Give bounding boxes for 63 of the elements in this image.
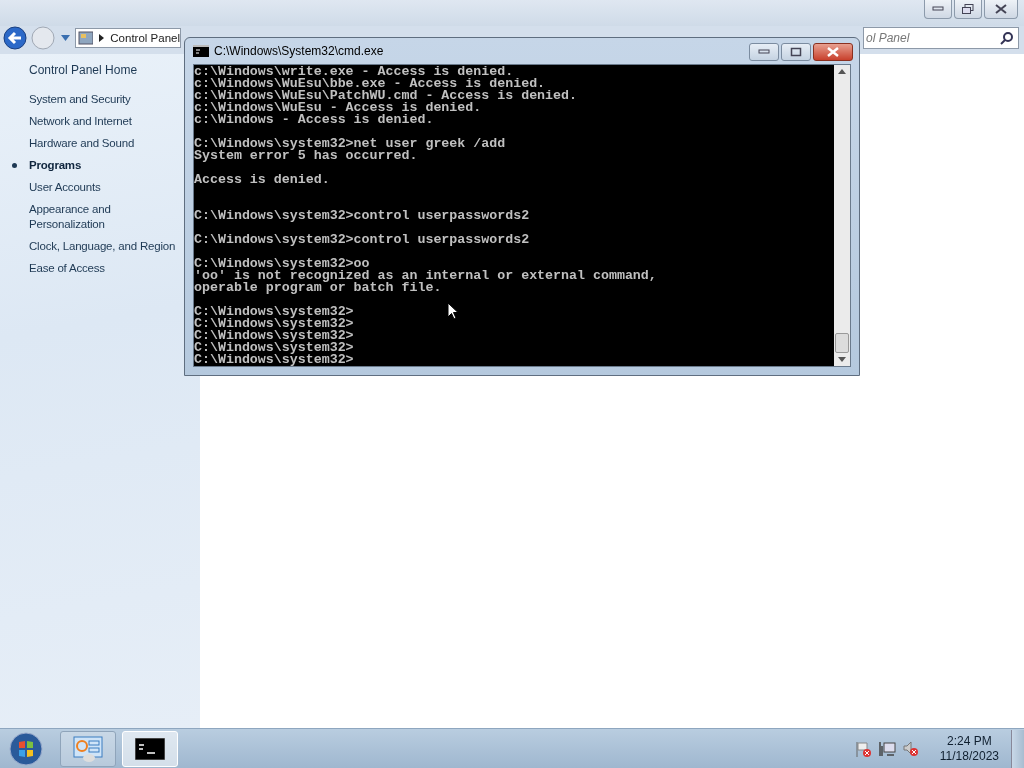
cmd-icon bbox=[193, 45, 209, 57]
control-panel-icon bbox=[78, 30, 93, 46]
sidebar-link[interactable]: Control Panel Home bbox=[29, 63, 138, 77]
sidebar-item[interactable]: User Accounts bbox=[29, 180, 101, 195]
console-line: C:\Windows\system32>control userpasswords2 bbox=[194, 210, 530, 222]
window-title: C:\Windows\System32\cmd.exe bbox=[214, 44, 384, 58]
action-center-flag-icon[interactable] bbox=[853, 739, 872, 758]
restore-icon bbox=[962, 4, 974, 14]
start-button[interactable] bbox=[8, 730, 44, 767]
search-icon bbox=[1000, 31, 1014, 45]
maximize-button[interactable] bbox=[781, 43, 811, 61]
sidebar-item[interactable]: Network and Internet bbox=[29, 114, 132, 129]
console-line: c:\Windows\WuEsu\PatchWU.cmd - Access is denied. bbox=[194, 90, 577, 102]
close-icon bbox=[995, 4, 1007, 14]
control-panel-icon bbox=[72, 734, 104, 763]
clock-time: 2:24 PM bbox=[947, 733, 992, 749]
restore-button[interactable] bbox=[954, 0, 982, 19]
clock[interactable]: 2:24 PM 11/18/2023 bbox=[939, 733, 999, 764]
dropdown-icon[interactable] bbox=[61, 35, 70, 41]
console-line: c:\Windows\write.exe - Access is denied. bbox=[194, 66, 514, 78]
console-line: 'oo' is not recognized as an internal or external command, bbox=[194, 270, 657, 282]
scroll-down-icon[interactable] bbox=[838, 357, 846, 362]
address-text: Control Panel bbox=[110, 32, 180, 44]
console-line: C:\Windows\system32> bbox=[194, 354, 354, 366]
sidebar-item[interactable]: Hardware and Sound bbox=[29, 136, 135, 151]
cmd-taskbar-button[interactable] bbox=[122, 730, 178, 767]
console-icon bbox=[135, 737, 165, 760]
maximize-icon bbox=[790, 47, 802, 57]
scroll-up-icon[interactable] bbox=[838, 69, 846, 74]
minimize-icon bbox=[758, 49, 770, 55]
console-line: C:\Windows\system32> bbox=[194, 342, 354, 354]
console-line: C:\Windows\system32> bbox=[194, 318, 354, 330]
console-line: Access is denied. bbox=[194, 174, 330, 186]
sidebar-item[interactable]: Programs bbox=[29, 158, 82, 173]
search-field[interactable]: ol Panel bbox=[863, 27, 1019, 49]
sidebar-item[interactable]: Ease of Access bbox=[29, 261, 105, 276]
speaker-muted-icon[interactable] bbox=[901, 739, 920, 758]
console-line: operable program or batch file. bbox=[194, 282, 442, 294]
close-button[interactable] bbox=[813, 43, 853, 61]
scrollbar[interactable] bbox=[834, 65, 850, 366]
console-line: System error 5 has occurred. bbox=[194, 150, 418, 162]
sidebar-item[interactable]: Clock, Language, and Region bbox=[29, 239, 176, 254]
scroll-thumb[interactable] bbox=[835, 333, 849, 353]
console-line: C:\Windows\system32>control userpasswords2 bbox=[194, 234, 530, 246]
show-desktop-button[interactable] bbox=[1011, 729, 1024, 768]
close-button[interactable] bbox=[984, 0, 1018, 19]
address-bar[interactable]: Control Panel bbox=[75, 28, 181, 48]
sidebar-item[interactable]: System and Security bbox=[29, 92, 131, 107]
console-line: c:\Windows\WuEsu - Access is denied. bbox=[194, 102, 482, 114]
minimize-icon bbox=[932, 6, 944, 12]
sidebar-item[interactable]: Appearance and Personalization bbox=[29, 202, 179, 232]
console-line: C:\Windows\system32> bbox=[194, 306, 354, 318]
console-line: c:\Windows\WuEsu\bbe.exe - Access is denied. bbox=[194, 78, 546, 90]
network-icon[interactable] bbox=[877, 739, 896, 758]
back-button[interactable] bbox=[2, 25, 28, 51]
breadcrumb-arrow-icon bbox=[98, 34, 105, 42]
console-line: C:\Windows\system32>oo bbox=[194, 258, 370, 270]
close-icon bbox=[826, 47, 840, 57]
console-line: C:\Windows\system32> bbox=[194, 330, 354, 342]
clock-date: 11/18/2023 bbox=[939, 748, 999, 764]
console-line: C:\Windows\system32>net user greek /add bbox=[194, 138, 506, 150]
console-line: c:\Windows - Access is denied. bbox=[194, 114, 434, 126]
mouse-pointer-icon bbox=[447, 302, 459, 320]
